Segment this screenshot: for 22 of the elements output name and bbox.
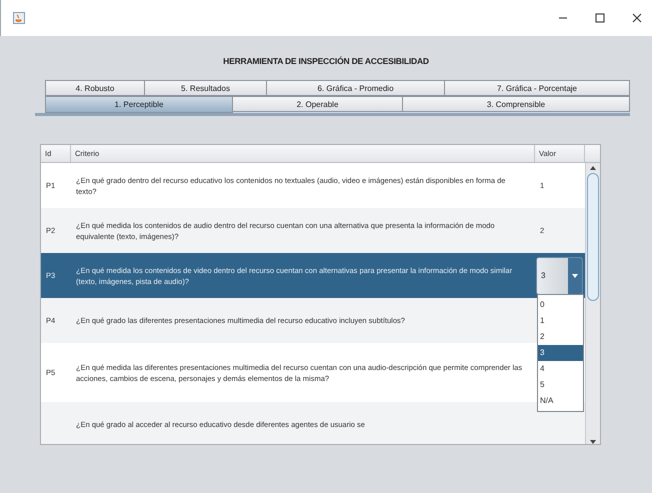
dropdown-option[interactable]: 4: [538, 360, 583, 376]
dropdown-option[interactable]: 5: [538, 376, 583, 392]
scrollbar-thumb[interactable]: [587, 173, 599, 301]
tab[interactable]: 6. Gráfica - Promedio: [267, 80, 445, 96]
maximize-icon[interactable]: [595, 13, 605, 23]
tab[interactable]: 1. Perceptible: [45, 96, 233, 113]
close-icon[interactable]: [632, 13, 642, 23]
dropdown-option[interactable]: 3: [538, 344, 583, 360]
tab[interactable]: 4. Robusto: [45, 80, 145, 96]
tab[interactable]: 2. Operable: [233, 96, 403, 112]
window-title: HERRAMIENTA DE INSPECCIÓN DE ACCESIBILIDAD: [222, 56, 430, 66]
dropdown-option[interactable]: 0: [538, 296, 583, 312]
scrollbar[interactable]: [585, 163, 600, 444]
scroll-up-icon[interactable]: [590, 166, 596, 170]
dropdown-option[interactable]: 1: [538, 312, 583, 328]
scroll-down-icon[interactable]: [590, 440, 596, 444]
app-icon: [13, 12, 25, 24]
dropdown-option[interactable]: 2: [538, 328, 583, 344]
tab[interactable]: 5. Resultados: [145, 80, 267, 96]
tab[interactable]: 7. Gráfica - Porcentaje: [445, 80, 630, 96]
caret-icon: [572, 274, 578, 278]
tab[interactable]: 3. Comprensible: [403, 96, 630, 112]
